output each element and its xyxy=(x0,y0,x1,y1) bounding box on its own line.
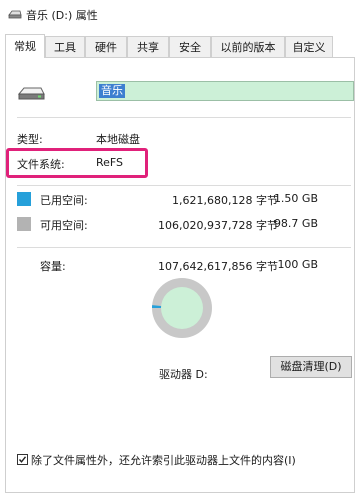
drive-icon xyxy=(8,10,22,19)
used-space-bytes: 1,621,680,128 字节 xyxy=(172,194,278,207)
used-space-label: 已用空间: xyxy=(40,194,88,207)
free-space-bytes: 106,020,937,728 字节 xyxy=(158,219,278,232)
donut-center xyxy=(161,287,203,329)
index-checkbox-label: 除了文件属性外，还允许索引此驱动器上文件的内容(I) xyxy=(31,454,296,467)
drive-letter-label: 驱动器 D: xyxy=(159,368,208,381)
tab-security[interactable]: 安全 xyxy=(169,36,211,57)
capacity-size: 100 GB xyxy=(277,258,318,271)
usage-donut-chart xyxy=(152,278,212,338)
tab-tools[interactable]: 工具 xyxy=(45,36,85,57)
index-checkbox[interactable] xyxy=(17,454,28,465)
tab-strip: 常规 工具 硬件 共享 安全 以前的版本 自定义 xyxy=(0,34,362,58)
general-panel xyxy=(5,57,355,493)
tab-general[interactable]: 常规 xyxy=(5,34,45,58)
filesystem-label: 文件系统: xyxy=(17,158,65,171)
separator xyxy=(17,247,351,248)
checkmark-icon xyxy=(18,456,27,463)
separator xyxy=(17,185,351,186)
capacity-label: 容量: xyxy=(40,260,66,273)
type-value: 本地磁盘 xyxy=(96,133,140,146)
drive-icon-large xyxy=(17,87,45,100)
filesystem-value: ReFS xyxy=(96,156,124,169)
volume-name-input[interactable]: 音乐 xyxy=(96,81,354,101)
tab-hardware[interactable]: 硬件 xyxy=(85,36,127,57)
free-space-swatch xyxy=(17,217,31,231)
title-bar: 音乐 (D:) 属性 xyxy=(0,0,362,30)
capacity-bytes: 107,642,617,856 字节 xyxy=(158,260,278,273)
free-space-size: 98.7 GB xyxy=(273,217,318,230)
separator xyxy=(17,117,351,118)
disk-cleanup-button[interactable]: 磁盘清理(D) xyxy=(270,356,352,378)
used-space-swatch xyxy=(17,192,31,206)
tab-customize[interactable]: 自定义 xyxy=(285,36,333,57)
tab-sharing[interactable]: 共享 xyxy=(127,36,169,57)
type-label: 类型: xyxy=(17,133,43,146)
used-space-size: 1.50 GB xyxy=(273,192,318,205)
tab-previous-versions[interactable]: 以前的版本 xyxy=(211,36,285,57)
window-title: 音乐 (D:) 属性 xyxy=(26,9,98,22)
volume-name-value: 音乐 xyxy=(99,84,125,98)
free-space-label: 可用空间: xyxy=(40,219,88,232)
